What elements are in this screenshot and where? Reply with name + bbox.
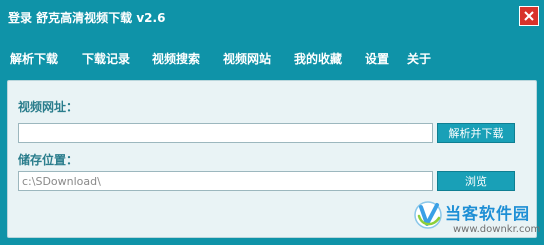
menu-item-video-search[interactable]: 视频搜索 bbox=[152, 50, 200, 67]
menu-item-download-history[interactable]: 下载记录 bbox=[82, 50, 130, 67]
watermark-url: www.downkr.com bbox=[453, 224, 541, 235]
menu-item-video-sites[interactable]: 视频网站 bbox=[223, 50, 271, 67]
close-icon bbox=[524, 11, 534, 21]
menu-item-favorites[interactable]: 我的收藏 bbox=[294, 50, 342, 67]
menu-bar: 解析下载 下载记录 视频搜索 视频网站 我的收藏 设置 关于 bbox=[0, 50, 544, 72]
close-button[interactable] bbox=[519, 6, 539, 26]
save-location-label: 储存位置： bbox=[18, 153, 79, 167]
downkr-logo-icon bbox=[414, 201, 442, 229]
menu-item-settings[interactable]: 设置 bbox=[365, 50, 389, 67]
video-url-input[interactable] bbox=[18, 123, 433, 143]
menu-item-about[interactable]: 关于 bbox=[407, 50, 431, 67]
watermark-title: 当客软件园 bbox=[445, 204, 531, 223]
browse-button[interactable]: 浏览 bbox=[437, 171, 515, 191]
save-path-input[interactable] bbox=[18, 171, 433, 191]
menu-item-parse-download[interactable]: 解析下载 bbox=[10, 50, 58, 67]
parse-download-button[interactable]: 解析并下载 bbox=[437, 123, 515, 143]
app-window: 登录 舒克高清视频下载 v2.6 解析下载 下载记录 视频搜索 视频网站 我的收… bbox=[0, 0, 544, 245]
site-watermark: 当客软件园 www.downkr.com bbox=[413, 192, 544, 245]
title-bar[interactable]: 登录 舒克高清视频下载 v2.6 bbox=[0, 0, 544, 38]
video-url-label: 视频网址： bbox=[18, 100, 79, 114]
window-title: 登录 舒克高清视频下载 v2.6 bbox=[8, 11, 166, 25]
